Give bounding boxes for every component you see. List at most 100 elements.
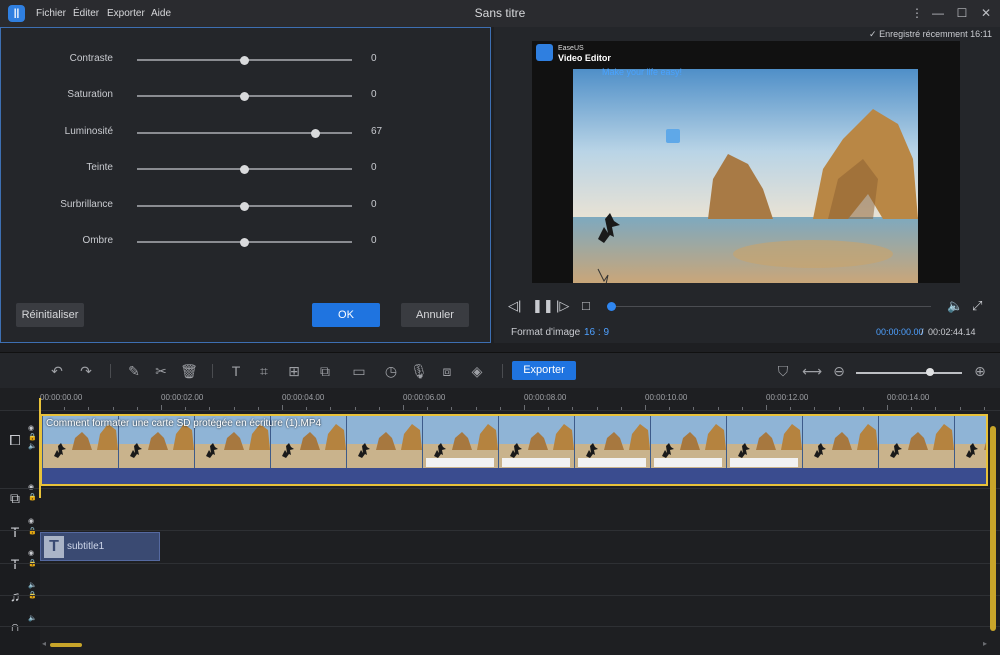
playback-progress-track[interactable] <box>611 306 931 307</box>
edit-toolbar: ↶ ↷ ✎ ✂ 🗑 T ⌗ ⊞ ⧉ ▭ ◷ 🎙 ⧈ ◈ Exporter ⛉ ⟷… <box>0 352 1000 388</box>
zoom-out-icon[interactable]: ⊖ <box>830 362 848 380</box>
undo-icon[interactable]: ↶ <box>48 362 66 380</box>
track-divider <box>0 488 1000 489</box>
clip-thumbnail <box>726 416 802 468</box>
fullscreen-icon[interactable]: ⤢ <box>972 298 982 314</box>
mute-icon[interactable]: 🔈 <box>28 615 37 623</box>
trash-icon[interactable]: 🗑 <box>180 362 198 380</box>
cancel-button[interactable]: Annuler <box>401 303 469 327</box>
saved-status: ✓ Enregistré récemment 16:11 <box>869 29 992 40</box>
brightness-label: Luminosité <box>64 126 113 137</box>
saturation-slider-thumb[interactable] <box>240 91 249 101</box>
playback-controls: ◁| ❚❚ |▷ □ 🔈 ⤢ <box>494 295 1000 319</box>
window-title: Sans titre <box>474 6 526 20</box>
saved-status-text: Enregistré récemment 16:11 <box>879 29 992 39</box>
scroll-right-icon[interactable]: ▸ <box>983 639 987 648</box>
zoom-slider-track[interactable] <box>856 372 962 374</box>
color-fill-icon[interactable]: ◈ <box>468 362 486 380</box>
video-frame-image <box>573 69 918 283</box>
mute-icon[interactable]: 🔈 <box>28 582 37 590</box>
track-divider <box>0 563 1000 564</box>
brightness-slider-thumb[interactable] <box>310 128 320 138</box>
volume-icon[interactable]: 🔈 <box>947 298 963 314</box>
crop-icon[interactable]: ⌗ <box>255 362 273 380</box>
minimize-icon[interactable]: — <box>928 4 948 22</box>
mosaic-icon[interactable]: ⊞ <box>285 362 303 380</box>
highlight-label: Surbrillance <box>60 199 113 210</box>
lock-icon[interactable]: 🔒 <box>28 592 37 600</box>
maximize-icon[interactable]: ☐ <box>952 4 972 22</box>
video-clip[interactable]: Comment formater une carte SD protégée e… <box>40 414 988 486</box>
menu-aide[interactable]: Aide <box>151 8 171 19</box>
shadow-slider-thumb[interactable] <box>240 237 249 247</box>
hue-label: Teinte <box>86 162 113 173</box>
scroll-left-icon[interactable]: ◂ <box>42 639 46 648</box>
lock-icon[interactable]: 🔒 <box>28 434 37 442</box>
video-track-icon: ⧠ <box>9 432 21 448</box>
timeline: 00:00:00.00 00:00:02.00 00:00:04.00 00:00:0… <box>0 388 1000 655</box>
clip-thumbnail <box>346 416 422 468</box>
transition-icon[interactable]: ▭ <box>350 362 368 380</box>
zoom-in-icon[interactable]: ⊕ <box>971 362 989 380</box>
lock-icon[interactable]: 🔒 <box>28 560 37 568</box>
highlight-slider-thumb[interactable] <box>240 201 249 211</box>
clip-thumbnail <box>954 416 986 468</box>
easeus-logo-icon <box>536 44 553 61</box>
subtitle-clip-name: subtitle1 <box>67 541 105 552</box>
playhead[interactable] <box>39 398 41 498</box>
close-icon[interactable]: ✕ <box>976 4 996 22</box>
split-screen-icon[interactable]: ⧉ <box>316 362 334 380</box>
microphone-icon[interactable]: 🎙 <box>410 362 428 380</box>
clip-thumbnail <box>878 416 954 468</box>
time-ruler[interactable]: 00:00:00.00 00:00:02.00 00:00:04.00 00:00:0… <box>40 388 990 410</box>
ruler-tick-label: 00:00:08.00 <box>524 393 567 402</box>
track-divider <box>0 626 1000 627</box>
pencil-icon[interactable]: ✎ <box>125 362 143 380</box>
ruler-tick-label: 00:00:14.00 <box>887 393 930 402</box>
ok-button[interactable]: OK <box>312 303 380 327</box>
stop-icon[interactable]: □ <box>582 298 590 313</box>
freeze-frame-icon[interactable]: ⧈ <box>438 362 456 380</box>
video-tagline: Make your life easy! <box>602 67 683 77</box>
export-button[interactable]: Exporter <box>512 361 576 380</box>
horizontal-scrollbar[interactable] <box>50 643 82 647</box>
scissors-icon[interactable]: ✂ <box>152 362 170 380</box>
previous-frame-icon[interactable]: ◁| <box>508 298 521 314</box>
hue-slider-thumb[interactable] <box>240 164 249 174</box>
next-frame-icon[interactable]: |▷ <box>556 298 569 314</box>
lock-icon[interactable]: 🔒 <box>28 494 37 502</box>
contrast-slider-thumb[interactable] <box>240 55 249 65</box>
more-options-icon[interactable]: ⋮ <box>907 4 927 22</box>
redo-icon[interactable]: ↷ <box>77 362 95 380</box>
mute-icon[interactable]: 🔈 <box>28 443 37 451</box>
menu-exporter[interactable]: Exporter <box>107 8 145 19</box>
zoom-slider-thumb[interactable] <box>926 368 934 376</box>
video-preview[interactable]: EaseUS Video Editor Make your life easy! <box>532 41 960 283</box>
fit-timeline-icon[interactable]: ⟷ <box>802 362 822 380</box>
visibility-icon[interactable]: ◉ <box>28 550 37 558</box>
time-separator: / <box>921 327 924 337</box>
clip-thumbnail <box>650 416 726 468</box>
menu-fichier[interactable]: Fichier <box>36 8 66 19</box>
text-icon: T <box>44 536 64 558</box>
speed-icon[interactable]: ◷ <box>382 362 400 380</box>
current-time: 00:00:00.00 <box>876 327 924 337</box>
toolbar-divider <box>502 364 503 378</box>
aspect-ratio-value[interactable]: 16 : 9 <box>584 327 609 338</box>
marker-icon[interactable]: ⛉ <box>774 362 792 380</box>
menu-editer[interactable]: Éditer <box>73 8 99 19</box>
brightness-value: 67 <box>371 126 383 137</box>
playback-progress-thumb[interactable] <box>607 302 616 311</box>
pause-icon[interactable]: ❚❚ <box>532 298 554 314</box>
subtitle-clip[interactable]: T subtitle1 <box>40 532 160 561</box>
visibility-icon[interactable]: ◉ <box>28 518 37 526</box>
reset-button[interactable]: Réinitialiser <box>16 303 84 327</box>
ruler-tick-label: 00:00:10.00 <box>645 393 688 402</box>
vertical-scrollbar[interactable] <box>990 426 996 631</box>
visibility-icon[interactable]: ◉ <box>28 425 37 433</box>
text-icon[interactable]: T <box>227 362 245 380</box>
track-divider <box>0 410 1000 411</box>
contrast-value: 0 <box>371 53 377 64</box>
total-time: 00:02:44.14 <box>928 327 976 337</box>
ruler-tick-label: 00:00:02.00 <box>161 393 204 402</box>
